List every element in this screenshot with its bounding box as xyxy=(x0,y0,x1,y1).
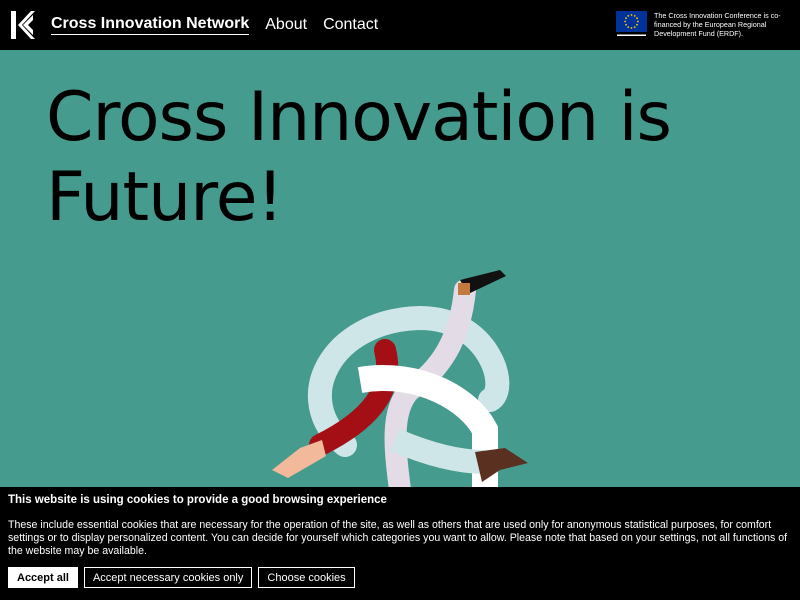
nav-contact-link[interactable]: Contact xyxy=(323,16,378,34)
intertwined-arms-illustration xyxy=(272,270,528,490)
brand-link[interactable]: Cross Innovation Network xyxy=(51,15,250,35)
nav-about-link[interactable]: About xyxy=(265,16,307,34)
header: Cross Innovation Network About Contact T… xyxy=(0,0,800,50)
main-nav: Cross Innovation Network About Contact xyxy=(51,0,394,50)
eu-flag-icon xyxy=(616,11,647,38)
cookie-title: This website is using cookies to provide… xyxy=(8,494,387,506)
k-logo-icon[interactable] xyxy=(11,11,35,39)
accept-all-button[interactable]: Accept all xyxy=(8,567,78,588)
choose-cookies-button[interactable]: Choose cookies xyxy=(258,567,355,588)
cookie-banner: This website is using cookies to provide… xyxy=(0,487,800,600)
cookie-text: These include essential cookies that are… xyxy=(8,519,788,557)
cookie-button-group: Accept all Accept necessary cookies only… xyxy=(8,567,361,588)
hero-title: Cross Innovation is Future! xyxy=(46,78,766,238)
accept-necessary-button[interactable]: Accept necessary cookies only xyxy=(83,567,253,588)
funding-notice: The Cross Innovation Conference is co-fi… xyxy=(654,11,781,38)
hero-title-line1: Cross Innovation is xyxy=(46,78,672,157)
hero-title-line2: Future! xyxy=(46,158,284,237)
